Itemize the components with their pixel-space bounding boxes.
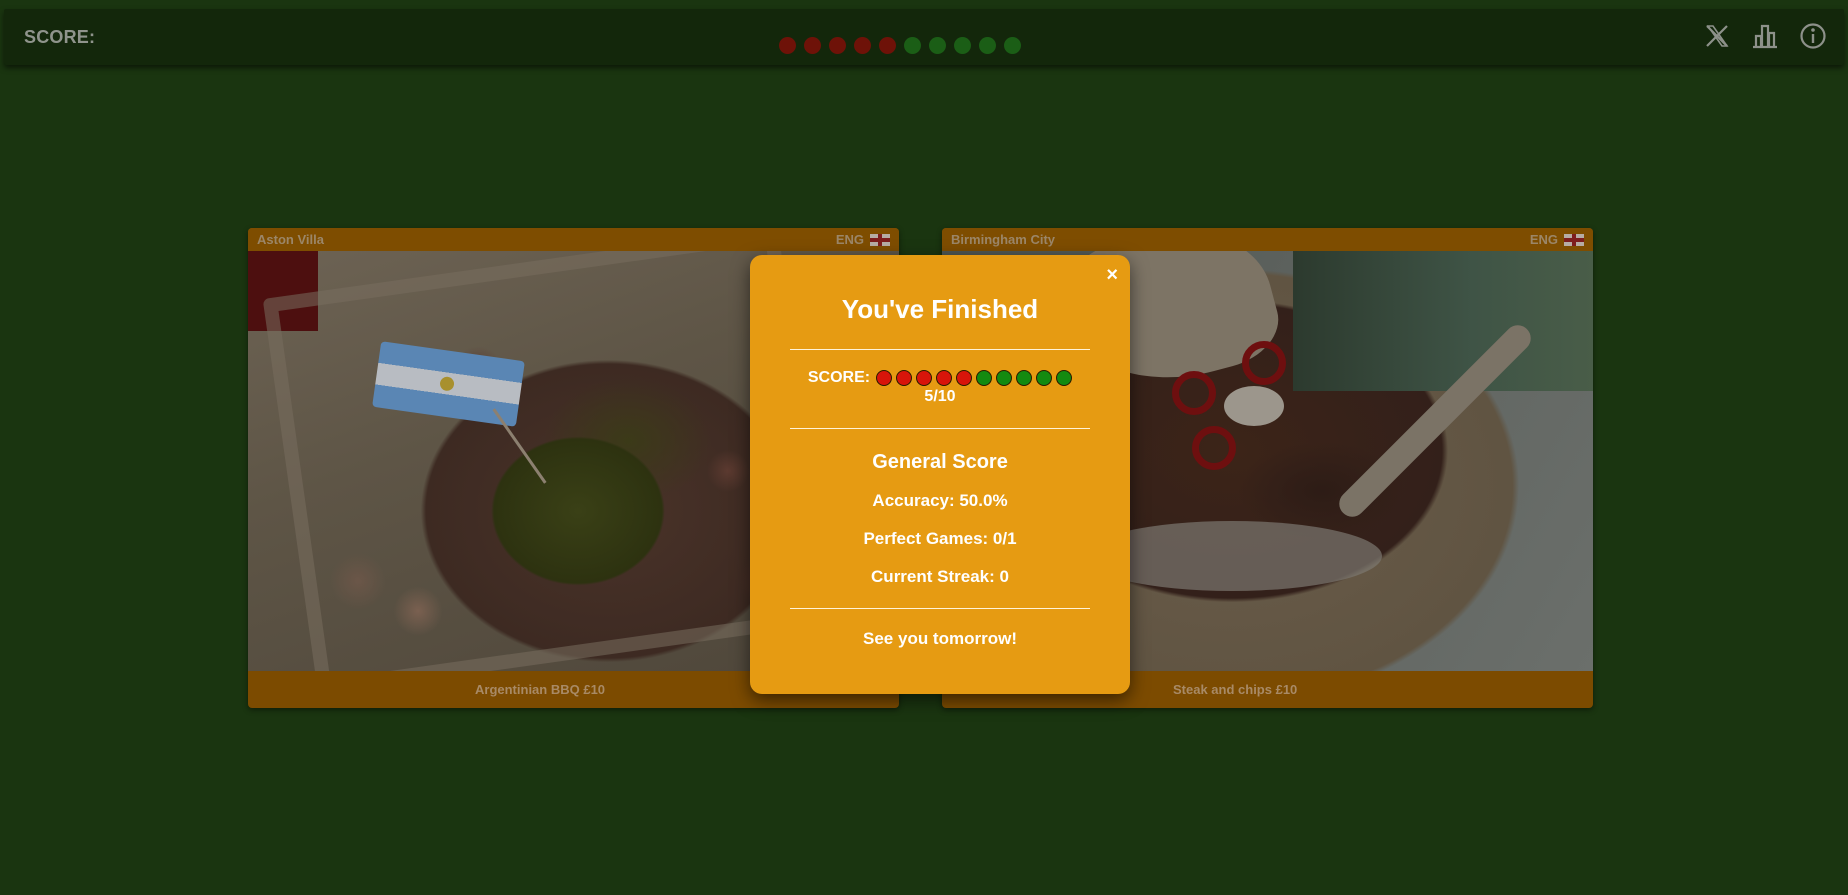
wrong-dot	[936, 370, 953, 386]
correct-dot	[1056, 370, 1073, 386]
correct-dot	[996, 370, 1013, 386]
farewell-message: See you tomorrow!	[863, 629, 1017, 648]
score-fraction: 5/10	[924, 388, 956, 405]
perfect-games-stat: Perfect Games: 0/1	[863, 529, 1017, 548]
results-modal: × You've Finished SCORE: 5/10 General Sc…	[750, 255, 1130, 694]
correct-dot	[1036, 370, 1053, 386]
divider	[790, 349, 1090, 350]
modal-score-label: SCORE:	[807, 369, 871, 386]
wrong-dot	[876, 370, 893, 386]
close-button[interactable]: ×	[1106, 263, 1118, 287]
correct-dot	[1016, 370, 1033, 386]
wrong-dot	[916, 370, 933, 386]
correct-dot	[976, 370, 993, 386]
general-score-heading: General Score	[872, 451, 1008, 473]
modal-score-row: SCORE:	[750, 369, 1130, 387]
wrong-dot	[896, 370, 913, 386]
modal-score-dots	[876, 370, 1073, 386]
modal-title: You've Finished	[841, 294, 1039, 324]
accuracy-stat: Accuracy: 50.0%	[872, 491, 1008, 510]
wrong-dot	[956, 370, 973, 386]
divider	[790, 608, 1090, 609]
divider	[790, 428, 1090, 429]
current-streak-stat: Current Streak: 0	[871, 567, 1009, 586]
